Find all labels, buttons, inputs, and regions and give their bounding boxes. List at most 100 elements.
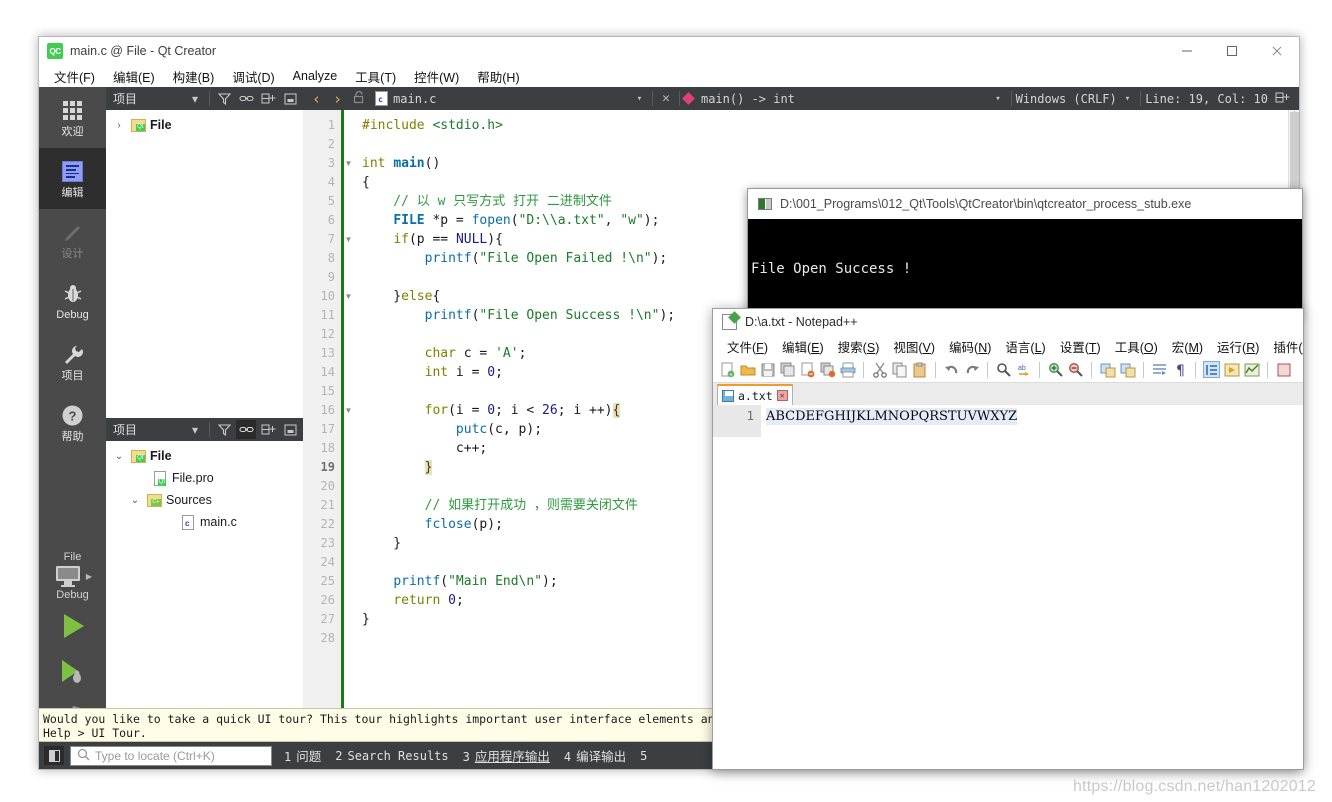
npp-menu-1[interactable]: 编辑(E) xyxy=(775,337,831,356)
kit-selector[interactable]: File ▶ Debug xyxy=(53,547,92,603)
npp-menu-5[interactable]: 语言(L) xyxy=(998,337,1052,356)
npp-menu-6[interactable]: 设置(T) xyxy=(1053,337,1108,356)
bottom-project-tree[interactable]: ⌄ File File.pro ⌄ Sources xyxy=(106,441,303,749)
menu-analyze[interactable]: Analyze xyxy=(284,67,346,85)
menu-debug[interactable]: 调试(D) xyxy=(223,65,283,88)
menu-widgets[interactable]: 控件(W) xyxy=(405,65,468,88)
tree-item-file[interactable]: › File xyxy=(106,114,303,136)
console-window[interactable]: D:\001_Programs\012_Qt\Tools\QtCreator\b… xyxy=(747,188,1303,316)
open-file-icon[interactable] xyxy=(739,361,756,378)
open-file-selector[interactable]: main.c xyxy=(371,91,436,106)
current-symbol[interactable]: main() -> int xyxy=(701,92,795,106)
split-editor-icon[interactable] xyxy=(1270,91,1295,107)
sidebar-item-edit[interactable]: 编辑 xyxy=(39,148,106,209)
notepadpp-text[interactable]: ABCDEFGHIJKLMNOPQRSTUVWXYZ xyxy=(761,405,1303,769)
unlocked-icon[interactable] xyxy=(349,90,369,107)
menu-tools[interactable]: 工具(T) xyxy=(346,65,405,88)
npp-menu-4[interactable]: 编码(N) xyxy=(942,337,998,356)
add-split-icon[interactable] xyxy=(258,89,278,108)
panel2-dropdown-icon[interactable]: ▾ xyxy=(185,420,205,439)
navigate-back-icon[interactable]: ‹ xyxy=(307,90,326,108)
save-all-icon[interactable] xyxy=(779,361,796,378)
word-wrap-icon[interactable] xyxy=(1151,361,1168,378)
top-project-tree[interactable]: › File xyxy=(106,110,303,418)
show-all-chars-icon[interactable]: ¶ xyxy=(1171,361,1188,378)
tree-item-sources[interactable]: ⌄ Sources xyxy=(106,489,303,511)
close-panel2-icon[interactable] xyxy=(280,420,300,439)
npp-menu-9[interactable]: 运行(R) xyxy=(1210,337,1266,356)
notepadpp-window[interactable]: D:\a.txt - Notepad++ 文件(F) 编辑(E) 搜索(S) 视图(V… xyxy=(712,308,1304,770)
tree-item-file-pro[interactable]: File.pro xyxy=(106,467,303,489)
output-tab-compile-output[interactable]: 4 编译输出 xyxy=(564,746,626,765)
tree-item-file-root[interactable]: ⌄ File xyxy=(106,445,303,467)
expand-arrow[interactable]: › xyxy=(112,120,126,131)
add-split2-icon[interactable] xyxy=(258,420,278,439)
filter2-icon[interactable] xyxy=(214,420,234,439)
code-folding-column[interactable]: ▼ ▼ ▼ ▼ xyxy=(341,110,356,749)
filter-icon[interactable] xyxy=(214,89,234,108)
menu-edit[interactable]: 编辑(E) xyxy=(104,65,164,88)
print-icon[interactable] xyxy=(839,361,856,378)
link-with-editor2-icon[interactable] xyxy=(236,420,256,439)
replace-icon[interactable]: ab xyxy=(1015,361,1032,378)
navigate-forward-icon[interactable]: › xyxy=(328,90,347,108)
close-document-icon[interactable]: ✕ xyxy=(657,91,675,106)
close-panel-icon[interactable] xyxy=(280,89,300,108)
sidebar-toggle-icon[interactable] xyxy=(44,746,64,765)
expand-arrow-root[interactable]: ⌄ xyxy=(112,451,126,462)
npp-menu-7[interactable]: 工具(O) xyxy=(1108,337,1165,356)
save-icon[interactable] xyxy=(759,361,776,378)
sidebar-item-welcome[interactable]: 欢迎 xyxy=(39,87,106,148)
tree-item-main-c[interactable]: main.c xyxy=(106,511,303,533)
notepadpp-editor-area[interactable]: 1 ABCDEFGHIJKLMNOPQRSTUVWXYZ xyxy=(713,405,1303,769)
menu-build[interactable]: 构建(B) xyxy=(164,65,224,88)
sidebar-item-projects[interactable]: 项目 xyxy=(39,331,106,392)
cut-icon[interactable] xyxy=(871,361,888,378)
function-list-icon[interactable] xyxy=(1275,361,1292,378)
close-all-icon[interactable] xyxy=(819,361,836,378)
npp-menu-8[interactable]: 宏(M) xyxy=(1165,337,1210,356)
zoom-in-icon[interactable] xyxy=(1047,361,1064,378)
redo-icon[interactable] xyxy=(963,361,980,378)
sync-vertical-icon[interactable] xyxy=(1099,361,1116,378)
undo-icon[interactable] xyxy=(943,361,960,378)
indent-guide-icon[interactable] xyxy=(1203,361,1220,378)
sync-horizontal-icon[interactable] xyxy=(1119,361,1136,378)
zoom-out-icon[interactable] xyxy=(1067,361,1084,378)
output-tab-5[interactable]: 5 xyxy=(640,749,647,763)
npp-menu-10[interactable]: 插件(P) xyxy=(1266,337,1303,356)
new-file-icon[interactable]: + xyxy=(719,361,736,378)
expand-arrow-sources[interactable]: ⌄ xyxy=(128,495,142,506)
close-button[interactable] xyxy=(1254,37,1299,65)
start-debugging-button[interactable] xyxy=(49,649,97,695)
locator-input[interactable]: Type to locate (Ctrl+K) xyxy=(70,745,272,766)
menu-file[interactable]: 文件(F) xyxy=(45,65,104,88)
npp-menu-3[interactable]: 视图(V) xyxy=(886,337,942,356)
output-tab-search-results[interactable]: 2 Search Results xyxy=(335,749,448,763)
maximize-button[interactable] xyxy=(1209,37,1254,65)
copy-icon[interactable] xyxy=(891,361,908,378)
sidebar-item-help[interactable]: ? 帮助 xyxy=(39,392,106,453)
symbol-dropdown-icon[interactable]: ▾ xyxy=(989,94,1006,104)
sidebar-item-debug[interactable]: Debug xyxy=(39,270,106,331)
line-ending-dropdown-icon[interactable]: ▾ xyxy=(1119,94,1136,104)
close-file-icon[interactable] xyxy=(799,361,816,378)
document-map-icon[interactable] xyxy=(1243,361,1260,378)
run-button[interactable] xyxy=(49,603,97,649)
udl-dialog-icon[interactable] xyxy=(1223,361,1240,378)
panel-dropdown-icon[interactable]: ▾ xyxy=(185,89,205,108)
output-tab-application-output[interactable]: 3 应用程序输出 xyxy=(463,746,550,765)
tab-a-txt[interactable]: a.txt ✕ xyxy=(717,384,793,405)
npp-menu-0[interactable]: 文件(F) xyxy=(720,337,775,356)
menu-help[interactable]: 帮助(H) xyxy=(468,65,528,88)
minimize-button[interactable] xyxy=(1164,37,1209,65)
file-dropdown-icon[interactable]: ▾ xyxy=(631,94,648,104)
line-ending-selector[interactable]: Windows (CRLF) xyxy=(1016,92,1117,106)
sidebar-item-design[interactable]: 设计 xyxy=(39,209,106,270)
output-tab-issues[interactable]: 1 问题 xyxy=(284,746,321,765)
paste-icon[interactable] xyxy=(911,361,928,378)
tab-close-icon[interactable]: ✕ xyxy=(776,390,788,401)
npp-menu-2[interactable]: 搜索(S) xyxy=(831,337,887,356)
link-with-editor-icon[interactable] xyxy=(236,89,256,108)
find-icon[interactable] xyxy=(995,361,1012,378)
